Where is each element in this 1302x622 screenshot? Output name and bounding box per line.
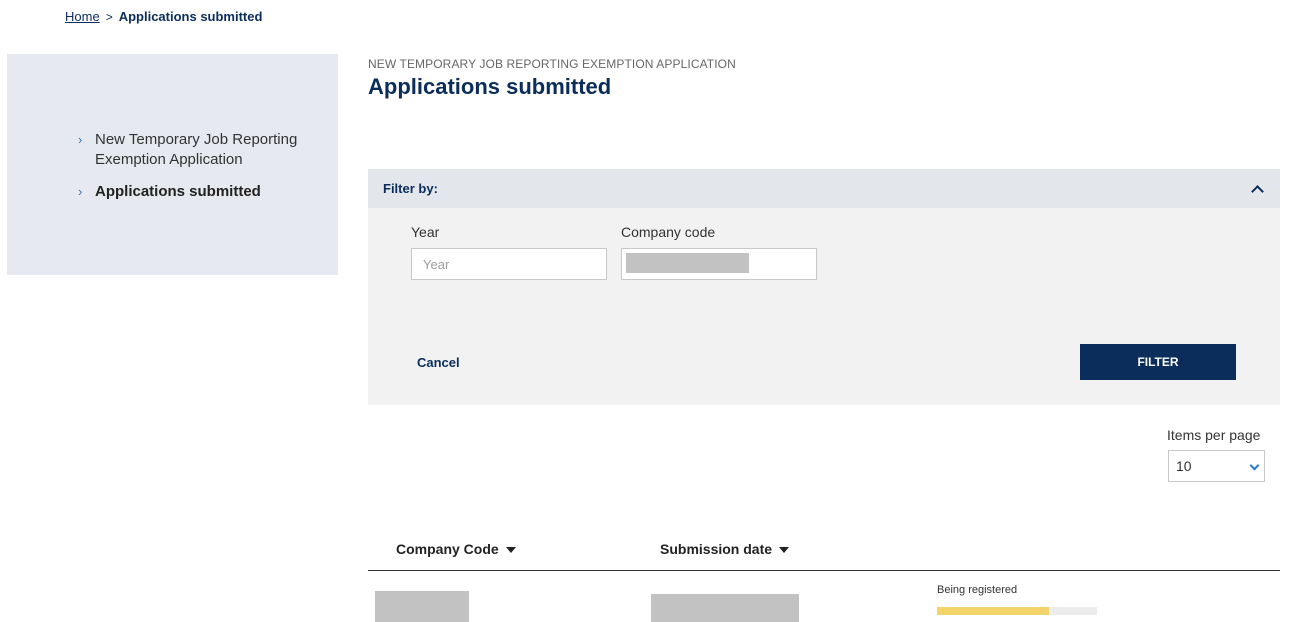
page-kicker: NEW TEMPORARY JOB REPORTING EXEMPTION AP… [368, 57, 736, 71]
chevron-up-icon[interactable] [1250, 182, 1264, 196]
status-progress-fill [937, 607, 1049, 615]
redacted-value [626, 253, 749, 273]
status-label: Being registered [937, 584, 1018, 596]
items-per-page-value: 10 [1176, 458, 1192, 474]
year-label: Year [411, 224, 440, 240]
breadcrumb-home-link[interactable]: Home [65, 9, 100, 24]
sidebar-item-label: New Temporary Job Reporting Exemption Ap… [95, 131, 298, 168]
year-input[interactable] [411, 248, 607, 280]
breadcrumb: Home > Applications submitted [65, 9, 262, 24]
sidebar-item-new-application[interactable]: › New Temporary Job Reporting Exemption … [78, 130, 328, 170]
filter-heading: Filter by: [383, 181, 438, 196]
breadcrumb-current: Applications submitted [118, 9, 263, 24]
filter-panel: Filter by: Year Company code Cancel FILT… [368, 169, 1280, 405]
redacted-company-code [375, 591, 469, 622]
chevron-right-icon: › [78, 132, 83, 147]
column-header-company-code[interactable]: Company Code [396, 541, 516, 557]
sort-down-icon [779, 547, 790, 553]
column-header-label: Submission date [660, 541, 773, 557]
sort-down-icon [505, 547, 516, 553]
company-code-label: Company code [621, 224, 716, 240]
filter-header[interactable]: Filter by: [368, 169, 1280, 208]
page-title: Applications submitted [368, 74, 612, 99]
filter-button[interactable]: FILTER [1080, 344, 1236, 380]
breadcrumb-separator: > [105, 9, 113, 24]
chevron-right-icon: › [78, 184, 83, 199]
items-per-page-select[interactable]: 10 [1168, 450, 1265, 482]
sidebar-item-applications-submitted[interactable]: › Applications submitted [78, 182, 328, 202]
column-header-submission-date[interactable]: Submission date [660, 541, 790, 557]
table-header-divider [368, 570, 1280, 571]
status-progress-bar [937, 607, 1097, 615]
chevron-down-icon [1249, 460, 1260, 471]
cancel-link[interactable]: Cancel [417, 355, 460, 370]
column-header-label: Company Code [396, 541, 499, 557]
sidebar-item-label: Applications submitted [95, 183, 261, 200]
redacted-submission-date [651, 594, 799, 622]
items-per-page-label: Items per page [1167, 427, 1261, 443]
sidebar: › New Temporary Job Reporting Exemption … [7, 54, 338, 275]
